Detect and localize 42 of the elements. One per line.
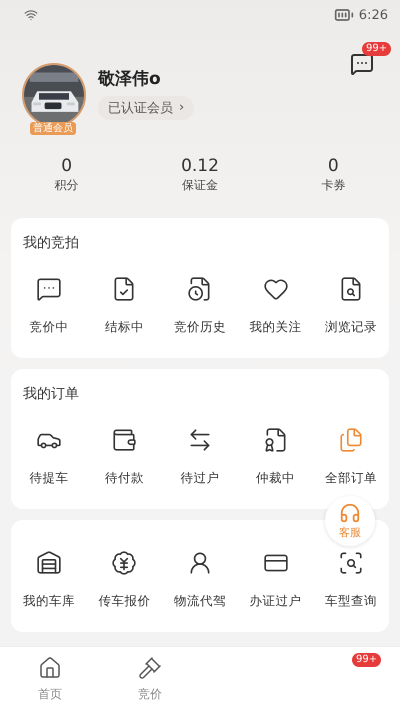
message-icon[interactable] — [350, 52, 374, 76]
member-badge: 普通会员 — [30, 122, 76, 135]
stat-label: 保证金 — [182, 177, 218, 194]
menu-item[interactable]: 全部订单 — [313, 427, 389, 487]
menu-item[interactable]: 仲裁中 — [238, 427, 314, 487]
section-title: 我的订单 — [22, 385, 80, 403]
menu-item[interactable]: 物流代驾 — [162, 550, 238, 610]
stat-value: 0 — [328, 156, 339, 176]
menu-item[interactable]: 待付款 — [86, 427, 162, 487]
menu-item[interactable]: 竞价中 — [11, 276, 87, 336]
nav-count-badge: 99+ — [352, 653, 382, 667]
wallet-icon — [111, 427, 138, 453]
menu-item[interactable]: 我的车库 — [11, 550, 87, 610]
gavel-icon — [138, 656, 162, 680]
menu-item[interactable]: 办证过户 — [238, 550, 314, 610]
speech-bubble-icon — [36, 276, 62, 302]
stat-label: 卡券 — [321, 177, 346, 194]
user-name: 敬泽伟o — [98, 68, 162, 90]
yen-badge-icon — [111, 550, 138, 576]
house-icon — [38, 656, 62, 680]
nav-tab[interactable]: 首页 — [0, 647, 100, 711]
status-time: 6:26 — [358, 8, 388, 22]
nav-tab[interactable]: 竞价 — [100, 647, 200, 711]
stat-value: 0 — [61, 156, 72, 176]
member-status-button[interactable]: 已认证会员 › — [98, 96, 194, 120]
menu-item[interactable]: 浏览记录 — [313, 276, 389, 336]
menu-item[interactable]: 待提车 — [11, 427, 87, 487]
message-count-badge: 99+ — [362, 42, 392, 56]
wifi-icon — [24, 8, 38, 22]
garage-icon — [36, 550, 62, 576]
menu-item[interactable]: 竞价历史 — [162, 276, 238, 336]
documents-icon — [338, 427, 364, 453]
menu-item[interactable]: 我的关注 — [238, 276, 314, 336]
stat-value: 0.12 — [181, 156, 219, 176]
stat-label: 积分 — [54, 177, 79, 194]
menu-item[interactable]: 传车报价 — [86, 550, 162, 610]
scan-search-icon — [338, 550, 364, 576]
section-title: 我的竞拍 — [22, 234, 80, 252]
menu-item[interactable]: 待过户 — [162, 427, 238, 487]
menu-item[interactable]: 结标中 — [86, 276, 162, 336]
headset-icon — [339, 502, 361, 524]
menu-item[interactable]: 车型查询 — [313, 550, 389, 610]
